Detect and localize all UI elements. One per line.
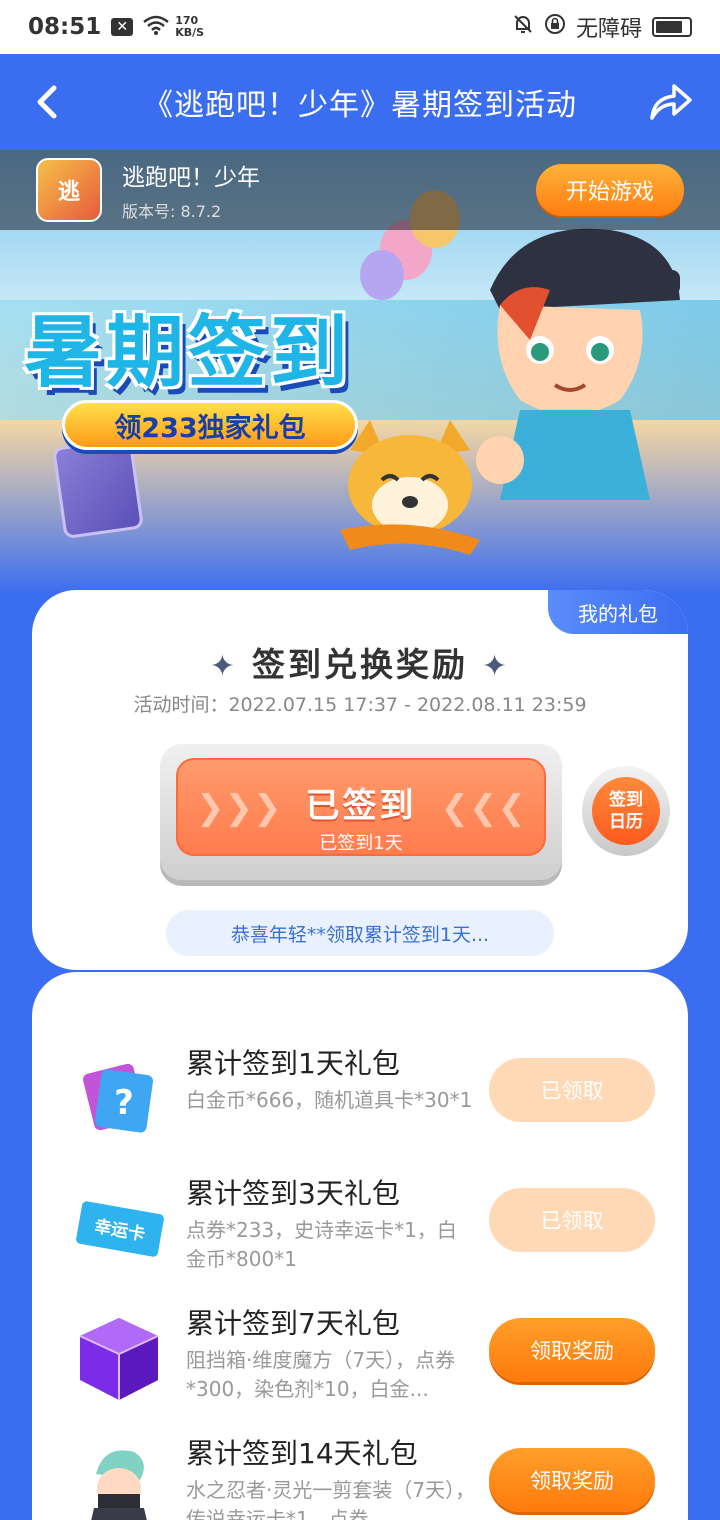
checkin-section-title: ✦ 签到兑换奖励 ✦ [32, 638, 688, 686]
reward-description: 阻挡箱·维度魔方（7天），点券*300，染色剂*10，白金... [186, 1348, 456, 1401]
banner-gift-pill: 领233独家礼包 [62, 400, 358, 450]
svg-text:?: ? [114, 1083, 134, 1123]
signin-button-frame: ❯❯❯ ❮❮❮ 已签到 已签到1天 [160, 744, 562, 880]
claimed-button[interactable]: 已领取 [489, 1058, 655, 1122]
claim-reward-button[interactable]: 领取奖励 [489, 1448, 655, 1512]
chevron-right-icon: ❯❯❯ [196, 788, 282, 828]
network-speed: 170 KB/S [175, 15, 204, 39]
shiba-dog-illustration [340, 420, 480, 555]
reward-title: 累计签到7天礼包 [186, 1307, 400, 1340]
signed-in-days: 已签到1天 [319, 833, 403, 854]
signin-calendar-button[interactable]: 签到 日历 [582, 766, 670, 856]
rewards-card: ? 累计签到1天礼包 白金币*666，随机道具卡*30*1 已领取 幸运卡 累计… [32, 972, 688, 1520]
calendar-label: 签到 日历 [592, 777, 660, 845]
notification-x-icon: ✕ [111, 18, 134, 36]
reward-description: 水之忍者·灵光一剪套装（7天），传说幸运卡*1，点券... [186, 1478, 476, 1520]
reward-description: 白金币*666，随机道具卡*30*1 [186, 1088, 473, 1112]
reward-row: 累计签到7天礼包 阻挡箱·维度魔方（7天），点券*300，染色剂*10，白金..… [32, 1302, 688, 1432]
signed-in-button[interactable]: ❯❯❯ ❮❮❮ 已签到 已签到1天 [176, 758, 546, 856]
activity-time: 活动时间：2022.07.15 17:37 - 2022.08.11 23:59 [133, 694, 587, 716]
sparkle-icon: ✦ [209, 649, 238, 684]
reward-row: 幸运卡 累计签到3天礼包 点券*233，史诗幸运卡*1，白金币*800*1 已领… [32, 1172, 688, 1302]
accessibility-label: 无障碍 [575, 17, 642, 42]
status-time: 08:51 [28, 14, 102, 40]
calendar-label-line1: 签到 [609, 790, 643, 810]
reward-title: 累计签到3天礼包 [186, 1177, 400, 1210]
claim-notice-marquee: 恭喜年轻**领取累计签到1天... [166, 910, 554, 956]
battery-icon [652, 17, 692, 37]
gift-box-icon [51, 436, 145, 540]
checkin-card: 我的礼包 ✦ 签到兑换奖励 ✦ 活动时间：2022.07.15 17:37 - 20… [32, 590, 688, 970]
lucky-card-icon: 幸运卡 [73, 1198, 167, 1260]
share-icon[interactable] [646, 80, 694, 124]
reward-row: 累计签到14天礼包 水之忍者·灵光一剪套装（7天），传说幸运卡*1，点券... … [32, 1432, 688, 1520]
claimed-button[interactable]: 已领取 [489, 1188, 655, 1252]
banner-title: 暑期签到 [24, 308, 353, 398]
lock-rotation-icon [544, 13, 566, 41]
claim-reward-button[interactable]: 领取奖励 [489, 1318, 655, 1382]
hero-character-illustration [476, 228, 680, 500]
reward-title: 累计签到14天礼包 [186, 1437, 418, 1470]
chevron-left-icon: ❮❮❮ [440, 788, 526, 828]
wifi-icon [143, 15, 170, 40]
game-app-icon[interactable]: 逃 [36, 158, 102, 222]
game-version: 版本号: 8.7.2 [122, 202, 222, 221]
mystery-card-icon: ? [83, 1063, 154, 1133]
page-title: 《逃跑吧！少年》暑期签到活动 [143, 88, 577, 123]
game-name: 逃跑吧！少年 [122, 165, 260, 191]
reward-description: 点券*233，史诗幸运卡*1，白金币*800*1 [186, 1218, 457, 1271]
sparkle-icon: ✦ [482, 649, 511, 684]
nav-bar: 《逃跑吧！少年》暑期签到活动 [0, 54, 720, 150]
purple-cube-icon [79, 1318, 159, 1400]
ninja-character-icon [91, 1450, 147, 1520]
calendar-label-line2: 日历 [609, 812, 643, 832]
status-bar: 08:51 ✕ 170 KB/S 无障碍 [0, 0, 720, 54]
reward-title: 累计签到1天礼包 [186, 1047, 400, 1080]
mute-bell-icon [512, 13, 534, 41]
start-game-button[interactable]: 开始游戏 [536, 164, 684, 216]
reward-row: ? 累计签到1天礼包 白金币*666，随机道具卡*30*1 已领取 [32, 1042, 688, 1172]
balloon-icon [360, 250, 404, 300]
my-gift-button[interactable]: 我的礼包 [548, 590, 688, 634]
event-banner: 逃 逃跑吧！少年 版本号: 8.7.2 开始游戏 暑期签到 领233独家礼包 [0, 150, 720, 595]
speed-unit: KB/S [175, 26, 205, 39]
checkin-title-text: 签到兑换奖励 [252, 645, 468, 684]
game-info-bar: 逃 逃跑吧！少年 版本号: 8.7.2 开始游戏 [0, 150, 720, 230]
back-arrow-icon[interactable] [30, 80, 70, 124]
